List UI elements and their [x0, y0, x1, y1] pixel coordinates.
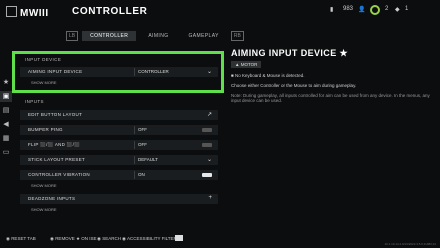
- row-separator: [134, 156, 135, 164]
- tab-gameplay[interactable]: GAMEPLAY: [181, 31, 227, 41]
- plus-icon: +: [208, 195, 212, 201]
- settings-sidebar: ★ ▣ ▤ ◀ ▦ ▭: [0, 77, 12, 161]
- back-icon[interactable]: [6, 6, 17, 17]
- info-detection: ■ No Keyboard & Mouse is detected.: [231, 73, 426, 78]
- section-inputs: INPUTS: [25, 99, 44, 104]
- motor-badge: ▲ MOTOR: [231, 61, 262, 68]
- tab-aiming[interactable]: AIMING: [140, 31, 176, 41]
- notifications-icon[interactable]: ◆: [395, 6, 400, 13]
- page-title: CONTROLLER: [72, 6, 148, 17]
- accessibility-label: ACCESSIBILITY FILTER: [126, 236, 177, 241]
- badge-label: MOTOR: [240, 62, 258, 67]
- row-separator: [134, 171, 135, 179]
- row-separator: [134, 126, 135, 134]
- bumper-ping-row[interactable]: BUMPER PING OFF: [20, 125, 218, 135]
- highlight-frame: [12, 51, 224, 93]
- star-icon[interactable]: ★: [0, 77, 12, 88]
- tab-controller[interactable]: CONTROLLER: [82, 31, 137, 41]
- graphics-icon[interactable]: ▤: [0, 105, 12, 116]
- toggle-switch[interactable]: [202, 128, 212, 132]
- interface-icon[interactable]: ▦: [0, 133, 12, 144]
- edit-button-layout-row[interactable]: EDIT BUTTON LAYOUT ↗: [20, 110, 218, 120]
- search-button[interactable]: ◉ SEARCH: [97, 236, 121, 242]
- chevron-down-icon: ⌄: [206, 157, 212, 163]
- account-icon[interactable]: ▭: [0, 147, 12, 158]
- flip-row[interactable]: FLIP ⬛/⬛ AND ⬛/⬛ OFF: [20, 140, 218, 150]
- progress-ring-icon: [370, 5, 380, 15]
- info-line-1: No Keyboard & Mouse is detected.: [234, 73, 305, 78]
- remove-label: REMOVE ★ ON ISE: [55, 236, 97, 241]
- deadzone-inputs-row[interactable]: DEADZONE INPUTS +: [20, 194, 218, 204]
- row-separator: [134, 141, 135, 149]
- controller-icon[interactable]: ▣: [0, 91, 12, 102]
- row-label: FLIP ⬛/⬛ AND ⬛/⬛: [28, 142, 81, 147]
- toggle-switch[interactable]: [202, 143, 212, 147]
- show-more-link[interactable]: SHOW MORE: [31, 207, 57, 212]
- tab-right-key: RB: [230, 31, 244, 41]
- row-label: EDIT BUTTON LAYOUT: [28, 112, 83, 117]
- audio-icon[interactable]: ◀: [0, 119, 12, 130]
- row-label: CONTROLLER VIBRATION: [28, 172, 90, 177]
- battery-icon: ▮: [330, 7, 334, 13]
- search-label: SEARCH: [102, 236, 121, 241]
- row-value: ON: [138, 172, 145, 177]
- tab-bar: LB CONTROLLER AIMING GAMEPLAY RB: [66, 31, 244, 41]
- row-label: BUMPER PING: [28, 127, 63, 132]
- toggle-switch[interactable]: [202, 173, 212, 177]
- status-count: 983: [343, 6, 354, 12]
- info-line-2: Choose either Controller or the Mouse to…: [231, 83, 357, 88]
- info-line-3: Note: During gameplay, all inputs contro…: [231, 93, 430, 103]
- external-link-icon: ↗: [206, 112, 212, 118]
- remove-button[interactable]: ◉ REMOVE ★ ON ISE: [50, 236, 96, 242]
- top-bar: MWIII CONTROLLER ▮ 983 👤 2 ◆ 1: [0, 0, 440, 26]
- reset-label: RESET TAB: [11, 236, 36, 241]
- tab-left-key: LB: [66, 31, 79, 41]
- filter-checkbox[interactable]: [175, 235, 183, 241]
- show-more-link[interactable]: SHOW MORE: [31, 183, 57, 188]
- stick-layout-row[interactable]: STICK LAYOUT PRESET DEFAULT ⌄: [20, 155, 218, 165]
- friends-icon[interactable]: 👤: [358, 6, 365, 13]
- info-title: AIMING INPUT DEVICE ★: [231, 48, 348, 58]
- row-label: DEADZONE INPUTS: [28, 196, 76, 201]
- row-value: OFF: [138, 127, 147, 132]
- reset-tab-button[interactable]: ◉ RESET TAB: [6, 236, 36, 242]
- row-label: STICK LAYOUT PRESET: [28, 157, 86, 162]
- controller-vibration-row[interactable]: CONTROLLER VIBRATION ON: [20, 170, 218, 180]
- game-logo: MWIII: [6, 6, 49, 19]
- level-count: 2: [385, 6, 389, 12]
- row-value: OFF: [138, 142, 147, 147]
- row-value: DEFAULT: [138, 157, 158, 162]
- profile-count: 1: [405, 6, 409, 12]
- version-string: 10.1.19.14.4.0/13/2023.3;5.6;11983;12: [384, 242, 437, 246]
- accessibility-filter-button[interactable]: ◉ ACCESSIBILITY FILTER: [122, 236, 177, 242]
